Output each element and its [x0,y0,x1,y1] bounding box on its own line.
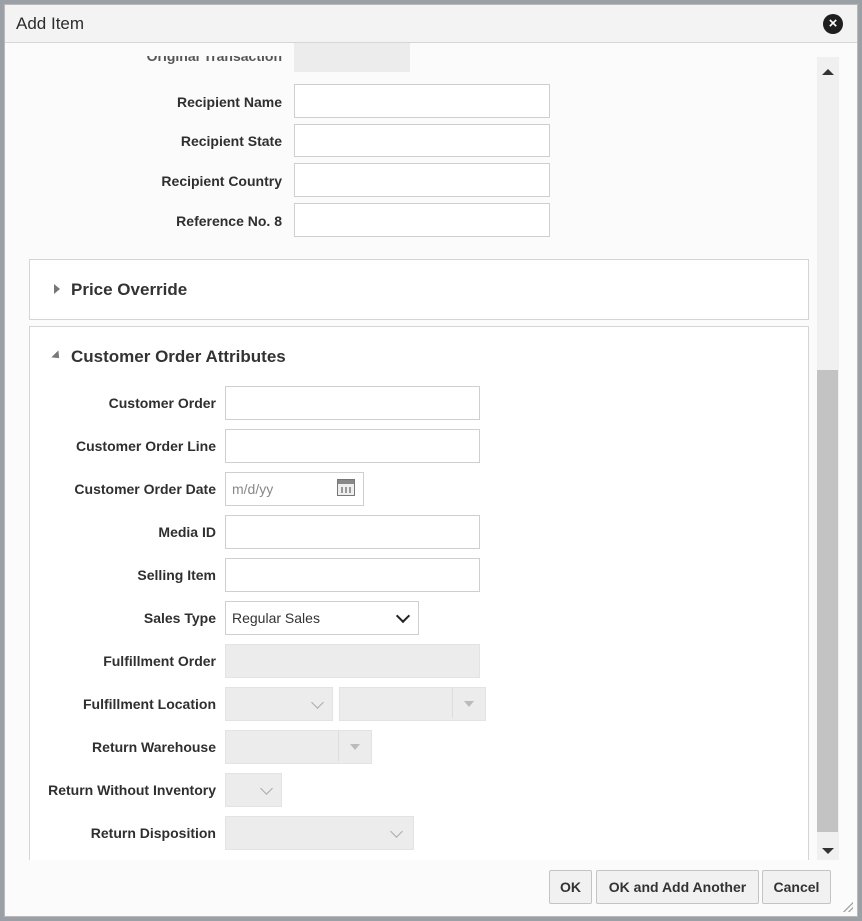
sales-type-select[interactable]: Regular Sales [225,601,419,635]
resize-handle[interactable] [843,902,853,912]
original-transaction-field [294,43,410,72]
fulfillment-order-label: Fulfillment Order [103,653,216,669]
selling-item-input[interactable] [225,558,480,592]
return-without-inventory-label: Return Without Inventory [48,782,216,798]
dropdown-button [452,688,485,718]
recipient-name-label: Recipient Name [176,94,282,110]
return-without-inventory-select [225,773,282,807]
customer-order-line-label: Customer Order Line [75,438,216,454]
sales-type-value: Regular Sales [232,610,320,626]
customer-order-attributes-panel: Customer Order Attributes Customer Order… [29,326,809,860]
add-item-dialog: Add Item × Original Transaction Recipien… [4,4,858,917]
return-disposition-select [225,816,414,850]
scroll-up-icon[interactable] [822,69,834,75]
triangle-down-icon [350,744,360,750]
media-id-input[interactable] [225,515,480,549]
fulfillment-location-label: Fulfillment Location [83,696,216,712]
scroll-down-icon[interactable] [822,848,834,854]
customer-order-date-input[interactable]: m/d/yy [225,472,364,506]
fulfillment-location-store-select [339,687,486,721]
customer-order-line-input[interactable] [225,429,480,463]
customer-order-input[interactable] [225,386,480,420]
customer-order-date-label: Customer Order Date [74,481,216,497]
recipient-country-label: Recipient Country [161,173,282,189]
original-transaction-label: Original Transaction [146,48,282,64]
scrollbar-thumb[interactable] [817,370,838,832]
chevron-down-icon [395,608,411,624]
reference-no-8-label: Reference No. 8 [176,213,282,229]
ok-button[interactable]: OK [549,870,592,904]
price-override-panel: Price Override [29,259,809,320]
return-disposition-label: Return Disposition [90,825,216,841]
chevron-down-icon [390,825,403,838]
vertical-scrollbar[interactable] [817,57,839,860]
triangle-down-icon [464,701,474,707]
dialog-title: Add Item [16,14,85,33]
fulfillment-location-select [225,687,333,721]
expand-icon[interactable] [54,284,60,294]
recipient-state-label: Recipient State [180,133,282,149]
recipient-name-input[interactable] [294,84,550,118]
sales-type-label: Sales Type [143,610,216,626]
price-override-title[interactable]: Price Override [71,280,187,300]
selling-item-label: Selling Item [137,567,216,583]
date-placeholder: m/d/yy [232,481,274,497]
fulfillment-order-input [225,644,480,678]
dropdown-button [338,731,371,761]
chevron-down-icon [260,782,273,795]
collapse-icon[interactable] [51,350,63,362]
close-icon[interactable]: × [823,14,843,34]
calendar-icon[interactable] [337,479,355,496]
reference-no-8-input[interactable] [294,203,550,237]
media-id-label: Media ID [158,524,216,540]
ok-and-add-another-button[interactable]: OK and Add Another [596,870,759,904]
recipient-country-input[interactable] [294,163,550,197]
return-warehouse-select [225,730,372,764]
recipient-state-input[interactable] [294,124,550,157]
chevron-down-icon [311,696,324,709]
return-warehouse-label: Return Warehouse [92,739,216,755]
dialog-content: Original Transaction Recipient Name Reci… [5,43,817,860]
customer-order-attributes-title[interactable]: Customer Order Attributes [71,347,286,367]
dialog-titlebar: Add Item × [5,5,857,43]
customer-order-label: Customer Order [108,395,216,411]
cancel-button[interactable]: Cancel [762,870,831,904]
